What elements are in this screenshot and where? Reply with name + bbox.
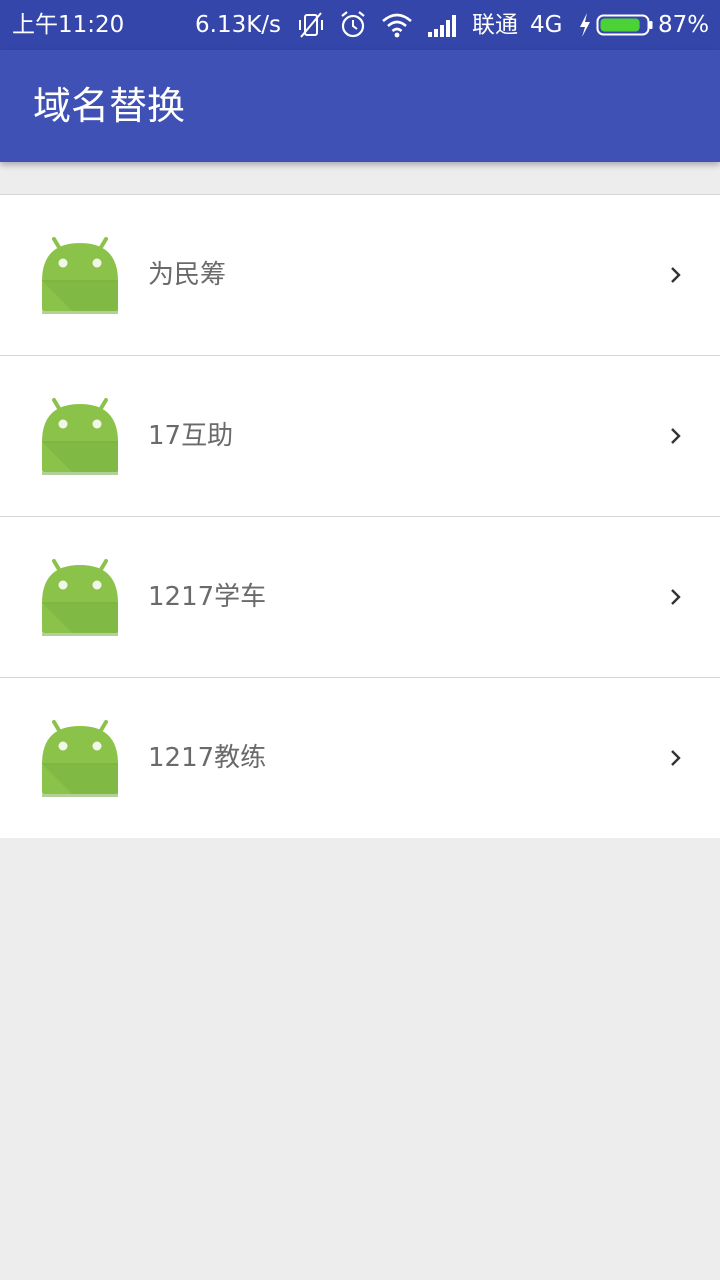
status-net-speed: 6.13K/s bbox=[195, 12, 282, 38]
android-icon bbox=[42, 237, 118, 314]
status-carrier: 联通 bbox=[472, 12, 518, 38]
android-icon bbox=[42, 720, 118, 797]
app-screen: 上午11:20 6.13K/s 联通 4G 87% 域名替换 为民筹 17互助 … bbox=[0, 0, 720, 1280]
chevron-right-icon bbox=[671, 750, 681, 766]
chevron-right-icon bbox=[671, 589, 681, 605]
chevron-right-icon bbox=[671, 428, 681, 444]
list-item-label: 1217教练 bbox=[148, 743, 267, 773]
chevron-right-icon bbox=[671, 267, 681, 283]
wifi-icon bbox=[382, 13, 412, 38]
status-bar: 上午11:20 6.13K/s 联通 4G 87% bbox=[0, 0, 720, 50]
list-item[interactable]: 17互助 bbox=[0, 356, 720, 517]
vibrate-off-icon bbox=[299, 12, 323, 38]
domain-list: 为民筹 17互助 1217学车 1217教练 bbox=[0, 194, 720, 838]
android-icon bbox=[42, 559, 118, 636]
list-item-label: 17互助 bbox=[148, 421, 234, 451]
android-icon bbox=[42, 398, 118, 475]
list-item[interactable]: 为民筹 bbox=[0, 195, 720, 356]
list-item-label: 1217学车 bbox=[148, 582, 267, 612]
charging-icon bbox=[580, 13, 590, 37]
status-time: 上午11:20 bbox=[12, 12, 125, 38]
list-item-label: 为民筹 bbox=[148, 260, 227, 290]
status-network-type: 4G bbox=[530, 12, 563, 38]
signal-icon bbox=[428, 15, 456, 37]
page-title: 域名替换 bbox=[33, 84, 186, 128]
battery-icon bbox=[596, 14, 653, 36]
app-bar: 域名替换 bbox=[0, 50, 720, 162]
status-battery-percent: 87% bbox=[658, 12, 710, 38]
list-item[interactable]: 1217教练 bbox=[0, 678, 720, 838]
alarm-icon bbox=[341, 11, 365, 38]
list-item[interactable]: 1217学车 bbox=[0, 517, 720, 678]
